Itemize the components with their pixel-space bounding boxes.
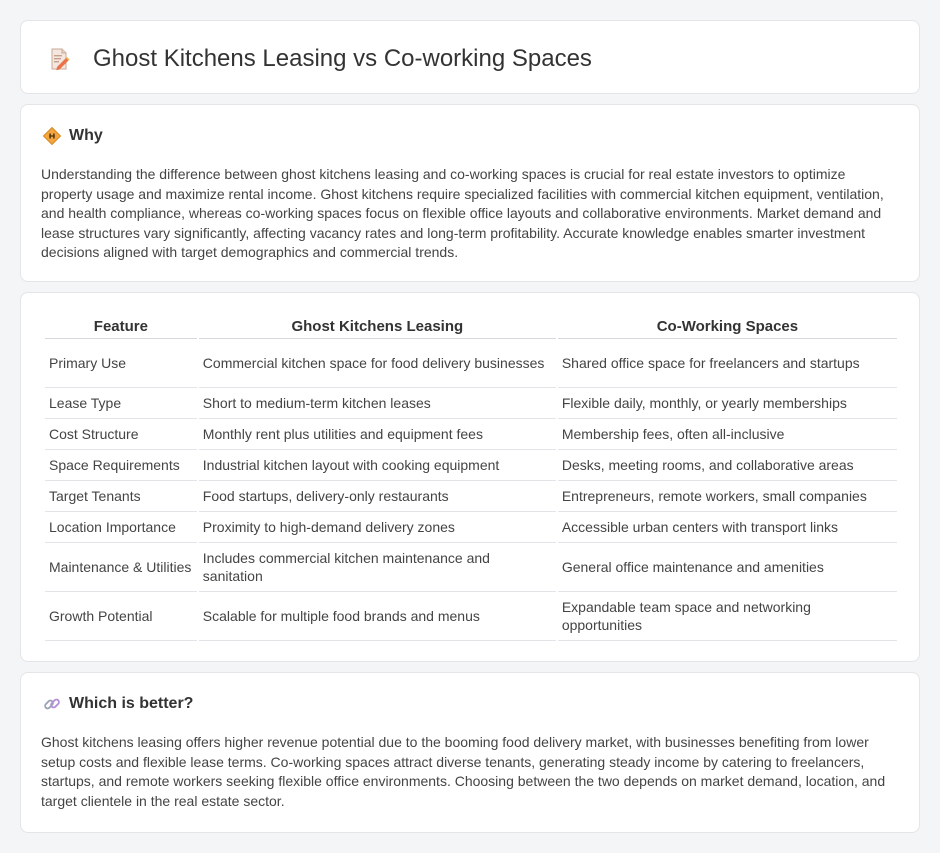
memo-pencil-icon	[51, 48, 70, 71]
co-working-cell: Entrepreneurs, remote workers, small com…	[557, 481, 897, 512]
feature-cell: Cost Structure	[45, 419, 197, 450]
feature-cell: Maintenance & Utilities	[45, 543, 197, 592]
which-is-better-section: Which is better? Ghost kitchens leasing …	[20, 672, 920, 833]
co-working-cell: Membership fees, often all-inclusive	[557, 419, 897, 450]
table-row: Cost Structure Monthly rent plus utiliti…	[45, 419, 897, 450]
comparison-section: Feature Ghost Kitchens Leasing Co-Workin…	[20, 292, 920, 662]
diamond-sign-icon	[43, 127, 61, 145]
column-header-co-working: Co-Working Spaces	[557, 314, 897, 339]
ghost-kitchens-cell: Commercial kitchen space for food delive…	[198, 339, 556, 388]
table-row: Maintenance & Utilities Includes commerc…	[45, 543, 897, 592]
why-header: Why	[43, 127, 103, 145]
table-header-row: Feature Ghost Kitchens Leasing Co-Workin…	[45, 314, 897, 339]
title-card: Ghost Kitchens Leasing vs Co-working Spa…	[20, 20, 920, 94]
feature-cell: Lease Type	[45, 388, 197, 419]
which-is-better-text: Ghost kitchens leasing offers higher rev…	[41, 734, 886, 809]
table-row: Location Importance Proximity to high-de…	[45, 512, 897, 543]
feature-cell: Target Tenants	[45, 481, 197, 512]
feature-cell: Growth Potential	[45, 592, 197, 641]
feature-cell: Location Importance	[45, 512, 197, 543]
table-row: Primary Use Commercial kitchen space for…	[45, 339, 897, 388]
co-working-cell: Shared office space for freelancers and …	[557, 339, 897, 388]
co-working-cell: Accessible urban centers with transport …	[557, 512, 897, 543]
link-icon	[44, 698, 60, 710]
which-is-better-header: Which is better?	[43, 695, 193, 713]
co-working-cell: General office maintenance and amenities	[557, 543, 897, 592]
feature-cell: Space Requirements	[45, 450, 197, 481]
table-row: Growth Potential Scalable for multiple f…	[45, 592, 897, 641]
ghost-kitchens-cell: Includes commercial kitchen maintenance …	[198, 543, 556, 592]
column-header-feature: Feature	[45, 314, 197, 339]
ghost-kitchens-cell: Scalable for multiple food brands and me…	[198, 592, 556, 641]
why-section: Why Understanding the difference between…	[20, 104, 920, 282]
ghost-kitchens-cell: Short to medium-term kitchen leases	[198, 388, 556, 419]
table-row: Target Tenants Food startups, delivery-o…	[45, 481, 897, 512]
which-is-better-heading: Which is better?	[69, 695, 194, 712]
page-title: Ghost Kitchens Leasing vs Co-working Spa…	[93, 45, 592, 72]
co-working-cell: Flexible daily, monthly, or yearly membe…	[557, 388, 897, 419]
comparison-table: Feature Ghost Kitchens Leasing Co-Workin…	[43, 314, 899, 641]
ghost-kitchens-cell: Monthly rent plus utilities and equipmen…	[198, 419, 556, 450]
feature-cell: Primary Use	[45, 339, 197, 388]
table-row: Space Requirements Industrial kitchen la…	[45, 450, 897, 481]
why-heading: Why	[69, 127, 103, 144]
title-row: Ghost Kitchens Leasing vs Co-working Spa…	[47, 45, 592, 73]
ghost-kitchens-cell: Industrial kitchen layout with cooking e…	[198, 450, 556, 481]
co-working-cell: Desks, meeting rooms, and collaborative …	[557, 450, 897, 481]
ghost-kitchens-cell: Proximity to high-demand delivery zones	[198, 512, 556, 543]
why-text: Understanding the difference between gho…	[41, 166, 884, 260]
table-row: Lease Type Short to medium-term kitchen …	[45, 388, 897, 419]
co-working-cell: Expandable team space and networking opp…	[557, 592, 897, 641]
column-header-ghost-kitchens: Ghost Kitchens Leasing	[198, 314, 556, 339]
ghost-kitchens-cell: Food startups, delivery-only restaurants	[198, 481, 556, 512]
